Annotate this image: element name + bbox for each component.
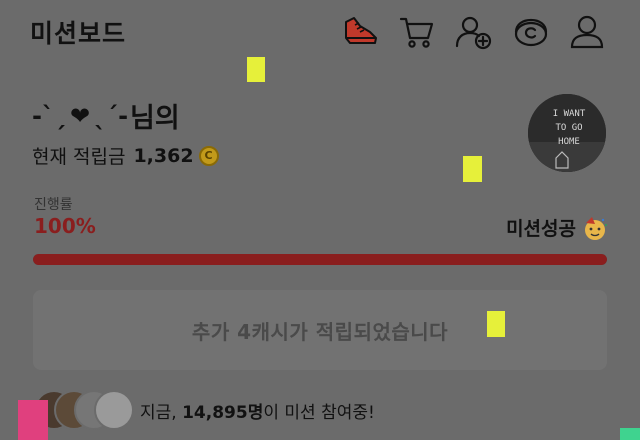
participants-prefix: 지금,	[140, 402, 183, 423]
nickname-deco-left: -ˋˏ	[32, 101, 66, 130]
page-title: 미션보드	[30, 19, 127, 48]
participant-avatars	[34, 390, 134, 430]
marker-green	[620, 428, 640, 440]
cart-icon[interactable]	[397, 12, 437, 52]
progress-bar	[33, 254, 607, 265]
heart-icon: ❤	[69, 101, 91, 130]
marker-yellow	[487, 311, 505, 337]
nickname-deco-right: ˎˊ-	[94, 101, 129, 130]
participants-count: 14,895명	[182, 402, 264, 423]
coin-icon: C	[198, 145, 219, 166]
coin-c-icon[interactable]	[511, 12, 551, 52]
marker-pink	[18, 400, 48, 440]
mission-status-text: 미션성공	[506, 218, 576, 240]
user-icon[interactable]	[567, 12, 607, 52]
participants-row: 지금, 14,895명이 미션 참여중!	[34, 390, 375, 430]
party-face-icon	[585, 216, 607, 240]
sneaker-icon[interactable]	[340, 12, 380, 52]
header: 미션보드	[0, 0, 640, 64]
points-label: 현재 적립금	[32, 146, 126, 168]
mission-status: 미션성공	[506, 214, 608, 241]
avatar[interactable]: I WANT TO GO HOME	[528, 94, 606, 172]
nickname-suffix: 님의	[130, 103, 180, 134]
marker-yellow	[463, 156, 482, 182]
progress-bar-fill	[33, 254, 607, 265]
progress-label: 진행률	[34, 197, 73, 213]
add-friend-icon[interactable]	[454, 12, 494, 52]
progress-value: 100%	[34, 214, 96, 238]
avatar-text-line-1: I WANT	[553, 109, 586, 119]
reward-notice[interactable]: 추가 4캐시가 적립되었습니다	[33, 290, 607, 370]
points-row: 현재 적립금 1,362 C	[32, 142, 219, 169]
reward-text: 추가 4캐시가 적립되었습니다	[191, 319, 449, 344]
participants-text: 지금, 14,895명이 미션 참여중!	[140, 398, 375, 423]
participant-avatar	[94, 390, 134, 430]
participants-suffix: 이 미션 참여중!	[263, 402, 375, 423]
marker-yellow	[247, 57, 265, 82]
avatar-text-line-2: TO GO	[555, 123, 582, 133]
avatar-text-line-3: HOME	[558, 137, 580, 147]
points-value: 1,362	[133, 144, 194, 167]
nickname: -ˋˏ ❤ ˎˊ- 님의	[32, 96, 180, 135]
